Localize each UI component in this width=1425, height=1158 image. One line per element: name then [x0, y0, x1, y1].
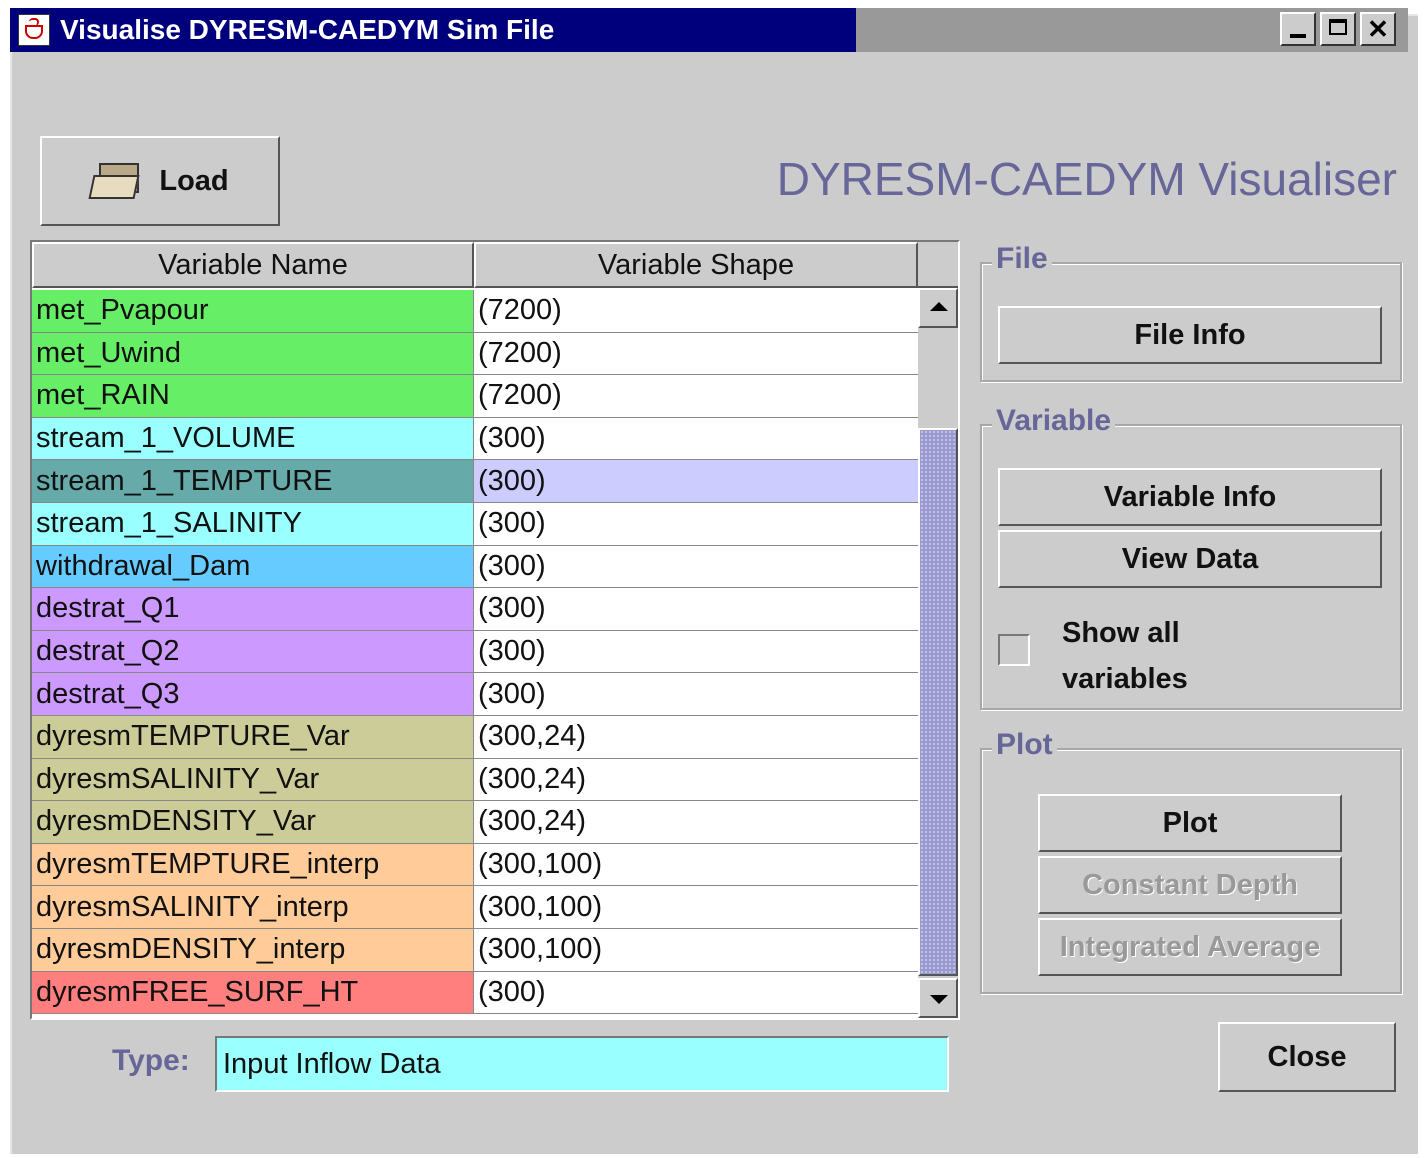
- table-row[interactable]: destrat_Q2 (300): [32, 630, 918, 674]
- table-row[interactable]: dyresmDENSITY_interp (300,100): [32, 928, 918, 972]
- maximize-icon: [1329, 19, 1347, 35]
- variable-name-cell[interactable]: met_Uwind: [32, 332, 474, 375]
- type-field: Input Inflow Data: [215, 1036, 949, 1092]
- window-title: Visualise DYRESM-CAEDYM Sim File: [60, 14, 555, 45]
- type-label: Type:: [112, 1044, 190, 1077]
- plot-button[interactable]: Plot: [1038, 794, 1342, 852]
- table-row[interactable]: dyresmDENSITY_Var (300,24): [32, 801, 918, 844]
- variable-shape-cell[interactable]: (300): [474, 460, 918, 502]
- title-bar[interactable]: Visualise DYRESM-CAEDYM Sim File ✕: [10, 8, 1408, 52]
- variable-name-cell[interactable]: dyresmTEMPTURE_Var: [32, 715, 474, 758]
- variable-shape-cell[interactable]: (300,100): [474, 928, 918, 971]
- plot-group-title: Plot: [992, 728, 1057, 762]
- variable-name-cell[interactable]: dyresmSALINITY_interp: [32, 886, 474, 928]
- integrated-average-button[interactable]: Integrated Average: [1038, 918, 1342, 976]
- table-row[interactable]: dyresmTEMPTURE_interp (300,100): [32, 843, 918, 887]
- minimize-button[interactable]: [1280, 12, 1316, 46]
- java-cup-icon[interactable]: [18, 14, 50, 46]
- table-row[interactable]: dyresmTEMPTURE_Var (300,24): [32, 715, 918, 759]
- variable-name-cell[interactable]: dyresmFREE_SURF_HT: [32, 971, 474, 1014]
- vertical-scrollbar[interactable]: [918, 288, 958, 1018]
- arrow-up-icon: [930, 302, 948, 311]
- variable-shape-cell[interactable]: (300,100): [474, 886, 918, 928]
- column-header-variable-name[interactable]: Variable Name: [32, 242, 474, 288]
- variable-group-title: Variable: [992, 404, 1116, 438]
- close-icon: ✕: [1367, 14, 1389, 44]
- maximize-button[interactable]: [1320, 12, 1356, 46]
- variable-shape-cell[interactable]: (7200): [474, 375, 918, 417]
- constant-depth-button[interactable]: Constant Depth: [1038, 856, 1342, 914]
- variable-name-cell[interactable]: stream_1_VOLUME: [32, 417, 474, 460]
- variable-info-button[interactable]: Variable Info: [998, 468, 1382, 526]
- variable-name-cell[interactable]: met_Pvapour: [32, 290, 474, 332]
- variable-shape-cell[interactable]: (300): [474, 673, 918, 715]
- variable-shape-cell[interactable]: (300,100): [474, 843, 918, 886]
- scroll-up-button[interactable]: [918, 288, 958, 328]
- table-row[interactable]: dyresmFREE_SURF_HT (300): [32, 971, 918, 1015]
- close-button[interactable]: Close: [1218, 1022, 1396, 1092]
- variable-shape-cell[interactable]: (300): [474, 588, 918, 630]
- header-corner: [918, 242, 958, 288]
- variable-name-cell[interactable]: dyresmSALINITY_Var: [32, 758, 474, 801]
- folder-icon: [88, 163, 143, 199]
- variable-shape-cell[interactable]: (300,24): [474, 715, 918, 758]
- app-title: DYRESM-CAEDYM Visualiser: [776, 153, 1397, 205]
- arrow-down-icon: [930, 995, 948, 1004]
- column-header-variable-shape[interactable]: Variable Shape: [474, 242, 918, 288]
- variable-name-cell[interactable]: stream_1_TEMPTURE: [32, 460, 474, 502]
- table-row[interactable]: stream_1_TEMPTURE (300): [32, 460, 918, 503]
- show-all-variables-checkbox[interactable]: [998, 634, 1030, 666]
- load-button-label: Load: [159, 164, 229, 197]
- variable-name-cell[interactable]: dyresmTEMPTURE_interp: [32, 843, 474, 886]
- table-body: met_Pvapour (7200) met_Uwind (7200) met_RAIN…: [32, 290, 918, 1015]
- table-row[interactable]: withdrawal_Dam (300): [32, 545, 918, 589]
- view-data-button[interactable]: View Data: [998, 530, 1382, 588]
- variable-shape-cell[interactable]: (300,24): [474, 758, 918, 801]
- load-button[interactable]: Load: [40, 136, 280, 226]
- variable-name-cell[interactable]: destrat_Q2: [32, 630, 474, 673]
- scroll-down-button[interactable]: [918, 978, 958, 1018]
- table-row[interactable]: met_Uwind (7200): [32, 332, 918, 376]
- table-row[interactable]: dyresmSALINITY_interp (300,100): [32, 886, 918, 929]
- variable-name-cell[interactable]: dyresmDENSITY_interp: [32, 928, 474, 971]
- table-row[interactable]: destrat_Q1 (300): [32, 588, 918, 631]
- variable-shape-cell[interactable]: (7200): [474, 290, 918, 332]
- table-row[interactable]: dyresmSALINITY_Var (300,24): [32, 758, 918, 802]
- variable-shape-cell[interactable]: (7200): [474, 332, 918, 375]
- variable-shape-cell[interactable]: (300): [474, 971, 918, 1014]
- variable-name-cell[interactable]: withdrawal_Dam: [32, 545, 474, 588]
- variable-name-cell[interactable]: destrat_Q3: [32, 673, 474, 715]
- variable-shape-cell[interactable]: (300): [474, 417, 918, 460]
- variable-name-cell[interactable]: destrat_Q1: [32, 588, 474, 630]
- variable-name-cell[interactable]: dyresmDENSITY_Var: [32, 801, 474, 843]
- variable-shape-cell[interactable]: (300): [474, 502, 918, 545]
- variable-name-cell[interactable]: stream_1_SALINITY: [32, 502, 474, 545]
- file-info-button[interactable]: File Info: [998, 306, 1382, 364]
- show-all-variables-label[interactable]: Show all variables: [1062, 610, 1282, 702]
- table-row[interactable]: met_Pvapour (7200): [32, 290, 918, 333]
- table-row[interactable]: stream_1_VOLUME (300): [32, 417, 918, 461]
- table-row[interactable]: destrat_Q3 (300): [32, 673, 918, 716]
- variable-shape-cell[interactable]: (300): [474, 630, 918, 673]
- minimize-icon: [1290, 34, 1306, 38]
- table-row[interactable]: met_RAIN (7200): [32, 375, 918, 418]
- table-row[interactable]: stream_1_SALINITY (300): [32, 502, 918, 546]
- variable-table: Variable Name Variable Shape met_Pvapour…: [30, 240, 960, 1020]
- close-window-button[interactable]: ✕: [1360, 12, 1396, 46]
- file-group-title: File: [992, 242, 1052, 276]
- variable-name-cell[interactable]: met_RAIN: [32, 375, 474, 417]
- scroll-thumb[interactable]: [918, 428, 958, 976]
- table-header: Variable Name Variable Shape: [32, 242, 918, 288]
- variable-shape-cell[interactable]: (300): [474, 545, 918, 588]
- variable-shape-cell[interactable]: (300,24): [474, 801, 918, 843]
